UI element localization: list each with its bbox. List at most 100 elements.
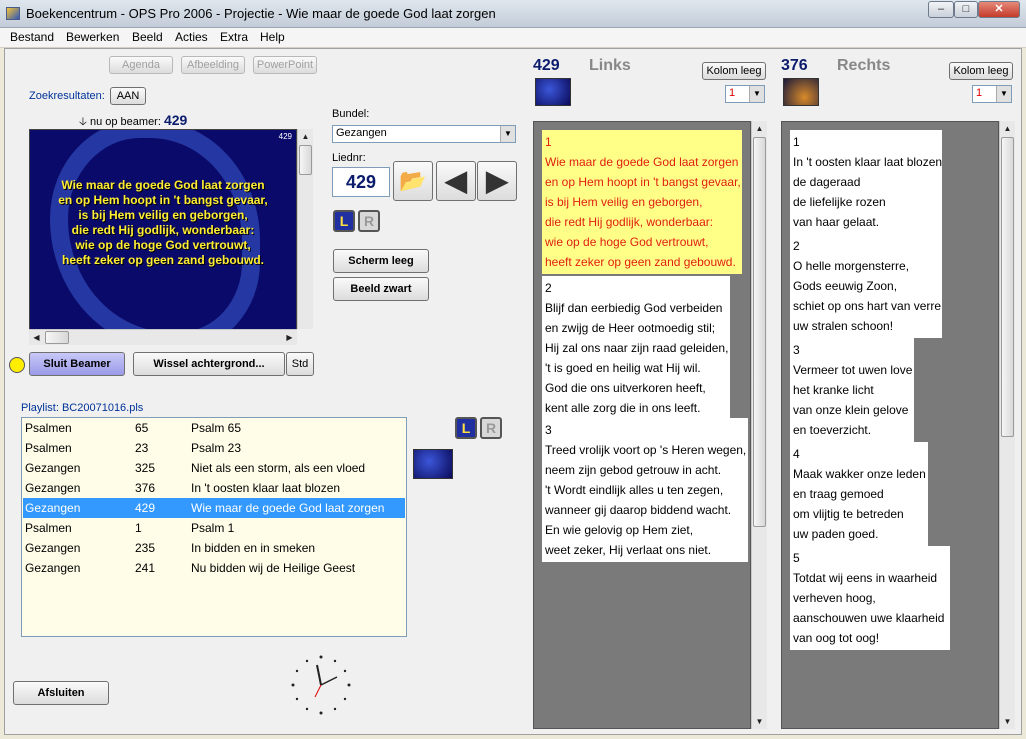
verse-card[interactable]: 2 Blijf dan eerbiedig God verbeiden en z… <box>542 276 730 420</box>
arrow-left-icon: ◀ <box>445 165 467 196</box>
beamer-label: nu op beamer: <box>89 116 161 128</box>
scroll-thumb[interactable] <box>1001 137 1014 437</box>
verse-line: wie op de hoge God vertrouwt, <box>545 235 709 249</box>
bundle-label: Bundel: <box>332 108 370 120</box>
verse-card[interactable]: 4 Maak wakker onze leden en traag gemoed… <box>790 442 928 546</box>
left-panel-scrollbar[interactable]: ▲ ▼ <box>751 121 767 729</box>
playlist[interactable]: Psalmen 65 Psalm 65 Psalmen 23 Psalm 23 Geza… <box>21 417 407 637</box>
close-beamer-button[interactable]: Sluit Beamer <box>29 352 125 376</box>
playlist-row[interactable]: Psalmen 23 Psalm 23 <box>23 438 405 458</box>
scroll-up-icon[interactable]: ▲ <box>298 129 313 144</box>
right-verses-panel[interactable]: 1 In 't oosten klaar laat blozen de dage… <box>781 121 999 729</box>
right-column-select[interactable]: 1 ▼ <box>972 85 1012 103</box>
black-screen-button[interactable]: Beeld zwart <box>333 277 429 301</box>
row-title: Niet als een storm, als een vloed <box>191 461 366 475</box>
verse-line: O helle morgensterre, <box>793 259 910 273</box>
verse-line: Vermeer tot uwen love <box>793 363 913 377</box>
clear-screen-button[interactable]: Scherm leeg <box>333 249 429 273</box>
right-toggle-button[interactable]: R <box>358 210 380 232</box>
preview-corner-number: 429 <box>278 132 292 141</box>
afbeelding-button[interactable]: Afbeelding <box>181 56 245 74</box>
verse-line: uw paden goed. <box>793 527 879 541</box>
verse-card[interactable]: 3 Treed vrolijk voort op 's Heren wegen,… <box>542 418 748 562</box>
verse-card[interactable]: 2 O helle morgensterre, Gods eeuwig Zoon… <box>790 234 942 338</box>
preview-line: Wie maar de goede God laat zorgen <box>61 178 265 192</box>
playlist-row[interactable]: Psalmen 1 Psalm 1 <box>23 518 405 538</box>
playlist-row[interactable]: Gezangen 376 In 't oosten klaar laat bloze… <box>23 478 405 498</box>
playlist-row-selected[interactable]: Gezangen 429 Wie maar de goede God laat zo… <box>23 498 405 518</box>
chevron-down-icon[interactable]: ▼ <box>996 86 1011 102</box>
verse-line: Blijf dan eerbiedig God verbeiden <box>545 301 723 315</box>
row-number: 23 <box>135 441 149 455</box>
powerpoint-button[interactable]: PowerPoint <box>253 56 317 74</box>
preview-line: die redt Hij godlijk, wonderbaar: <box>71 223 255 237</box>
verse-card-active[interactable]: 1 Wie maar de goede God laat zorgen en o… <box>542 130 742 274</box>
exit-button[interactable]: Afsluiten <box>13 681 109 705</box>
close-button[interactable]: ✕ <box>978 1 1020 18</box>
left-background-thumbnail[interactable] <box>535 78 571 106</box>
chevron-down-icon[interactable]: ▼ <box>500 126 515 142</box>
scroll-right-icon[interactable]: ▶ <box>282 330 297 345</box>
verse-line: heeft zeker op geen zand gebouwd. <box>545 255 736 269</box>
preview-scrollbar-horizontal[interactable]: ◀ ▶ <box>29 329 297 345</box>
minimize-button[interactable]: – <box>928 1 954 18</box>
previous-button[interactable]: ◀ <box>436 161 476 201</box>
scroll-up-icon[interactable]: ▲ <box>1000 121 1015 136</box>
row-book: Psalmen <box>25 521 72 535</box>
playlist-row[interactable]: Gezangen 241 Nu bidden wij de Heilige Gees… <box>23 558 405 578</box>
preview-scrollbar-vertical[interactable]: ▲ <box>297 129 313 329</box>
menu-bewerken[interactable]: Bewerken <box>66 30 119 44</box>
song-number-input[interactable]: 429 <box>332 167 390 197</box>
arrow-right-icon: ▶ <box>486 165 508 196</box>
menu-help[interactable]: Help <box>260 30 285 44</box>
verse-line: van oog tot oog! <box>793 631 880 645</box>
scroll-thumb[interactable] <box>45 331 69 344</box>
scroll-thumb[interactable] <box>299 145 312 175</box>
playlist-row[interactable]: Psalmen 65 Psalm 65 <box>23 418 405 438</box>
playlist-row[interactable]: Gezangen 235 In bidden en in smeken <box>23 538 405 558</box>
scroll-thumb[interactable] <box>753 137 766 527</box>
title-bar[interactable]: Boekencentrum - OPS Pro 2006 - Projectie… <box>0 0 1026 28</box>
change-background-button[interactable]: Wissel achtergrond... <box>133 352 285 376</box>
left-verses-panel[interactable]: 1 Wie maar de goede God laat zorgen en o… <box>533 121 751 729</box>
playlist-right-toggle-button[interactable]: R <box>480 417 502 439</box>
left-column-clear-button[interactable]: Kolom leeg <box>702 62 766 80</box>
verse-card[interactable]: 1 In 't oosten klaar laat blozen de dage… <box>790 130 942 234</box>
left-toggle-button[interactable]: L <box>333 210 355 232</box>
verse-card[interactable]: 5 Totdat wij eens in waarheid verheven h… <box>790 546 950 650</box>
verse-line: En wie gelovig op Hem ziet, <box>545 523 694 537</box>
verse-card[interactable]: 3 Vermeer tot uwen love het kranke licht… <box>790 338 914 442</box>
scroll-up-icon[interactable]: ▲ <box>752 121 767 136</box>
playlist-background-thumbnail[interactable] <box>413 449 453 479</box>
maximize-button[interactable]: □ <box>954 1 978 18</box>
right-background-thumbnail[interactable] <box>783 78 819 106</box>
row-title: Wie maar de goede God laat zorgen <box>191 501 385 515</box>
menu-acties[interactable]: Acties <box>175 30 208 44</box>
clock-icon <box>291 655 351 715</box>
verse-line: God die ons uitverkoren heeft, <box>545 381 706 395</box>
playlist-left-toggle-button[interactable]: L <box>455 417 477 439</box>
menu-bestand[interactable]: Bestand <box>10 30 54 44</box>
scroll-left-icon[interactable]: ◀ <box>29 330 44 345</box>
menu-extra[interactable]: Extra <box>220 30 248 44</box>
right-panel-scrollbar[interactable]: ▲ ▼ <box>999 121 1015 729</box>
left-column-select[interactable]: 1 ▼ <box>725 85 765 103</box>
agenda-button[interactable]: Agenda <box>109 56 173 74</box>
open-folder-button[interactable]: 📂 <box>393 161 433 201</box>
row-book: Gezangen <box>25 541 81 555</box>
next-button[interactable]: ▶ <box>477 161 517 201</box>
scroll-down-icon[interactable]: ▼ <box>752 714 767 729</box>
chevron-down-icon[interactable]: ▼ <box>749 86 764 102</box>
verse-line: van haar gelaat. <box>793 215 880 229</box>
playlist-row[interactable]: Gezangen 325 Niet als een storm, als een v… <box>23 458 405 478</box>
verse-line: en toeverzicht. <box>793 423 872 437</box>
verse-line: de liefelijke rozen <box>793 195 886 209</box>
search-toggle-button[interactable]: AAN <box>110 87 146 105</box>
bundle-select[interactable]: Gezangen ▼ <box>332 125 516 143</box>
standard-background-button[interactable]: Std <box>286 352 314 376</box>
right-column-clear-button[interactable]: Kolom leeg <box>949 62 1013 80</box>
row-number: 65 <box>135 421 149 435</box>
scroll-down-icon[interactable]: ▼ <box>1000 714 1015 729</box>
row-book: Gezangen <box>25 461 81 475</box>
menu-beeld[interactable]: Beeld <box>132 30 163 44</box>
